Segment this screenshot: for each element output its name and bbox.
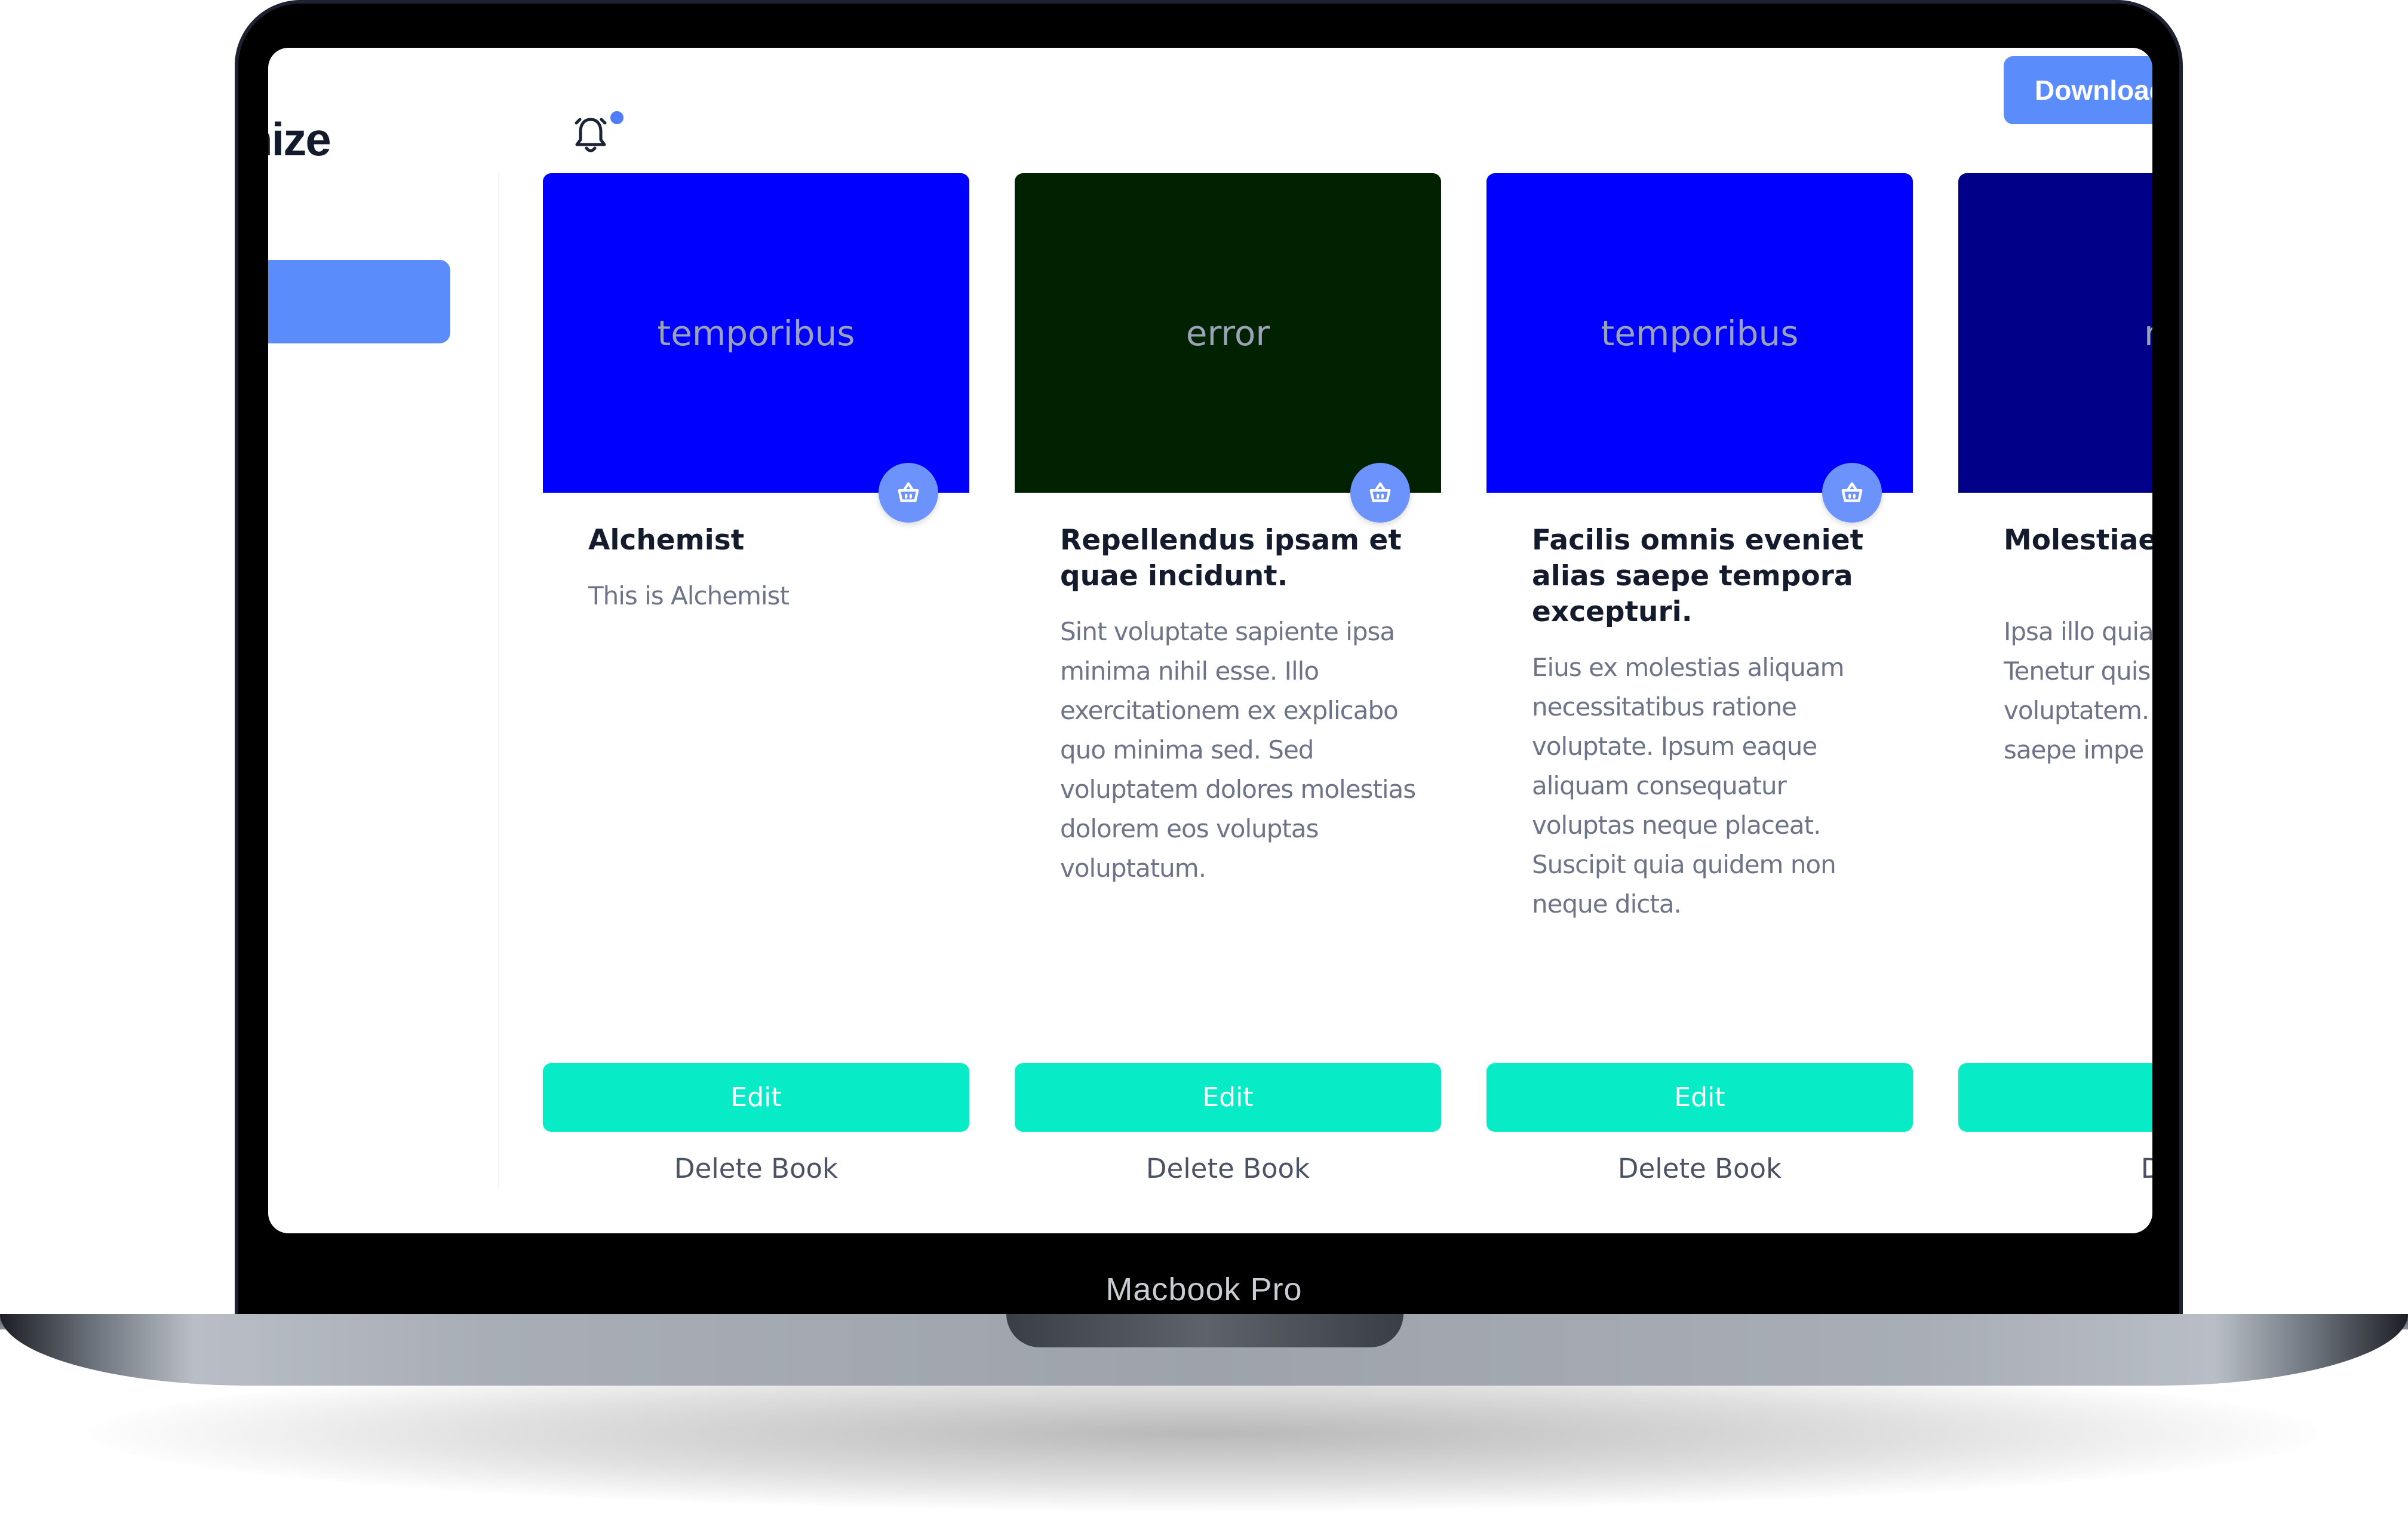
edit-button[interactable]: Edit bbox=[543, 1063, 969, 1132]
book-card: ma Molestiae dolorem. Ipsa illo quia neces… bbox=[1958, 173, 2152, 1184]
delete-book-button[interactable]: Delete Book bbox=[543, 1153, 969, 1184]
book-card: temporibus Alchemist This is Alchemist Edit… bbox=[543, 173, 969, 1184]
book-cover[interactable]: temporibus bbox=[1486, 173, 1913, 493]
book-title: Facilis omnis eveniet alias saepe tempor… bbox=[1532, 524, 1864, 628]
book-description: Sint voluptate sapiente ipsa minima nihi… bbox=[1060, 617, 1416, 883]
edit-button[interactable]: Edit bbox=[1486, 1063, 1913, 1132]
book-title: Alchemist bbox=[588, 524, 745, 557]
delete-book-button[interactable]: Delete Book bbox=[1486, 1153, 1913, 1184]
delete-book-button[interactable]: Dele bbox=[1958, 1153, 2152, 1184]
book-cover[interactable]: ma bbox=[1958, 173, 2152, 493]
book-title: Repellendus ipsam et quae incidunt. bbox=[1060, 524, 1402, 592]
book-cover-text: temporibus bbox=[1601, 312, 1799, 354]
bell-icon[interactable] bbox=[573, 113, 609, 155]
notification-dot bbox=[610, 111, 624, 124]
sidebar-divider bbox=[498, 173, 499, 1189]
book-title: Molestiae dolorem. bbox=[2004, 524, 2152, 557]
edit-button[interactable]: E bbox=[1958, 1063, 2152, 1132]
book-card: error Repellendus ipsam et quae incidunt.… bbox=[1015, 173, 1441, 1184]
book-card: temporibus Facilis omnis eveniet alias sa… bbox=[1486, 173, 1913, 1184]
sidebar-active-item[interactable] bbox=[268, 260, 450, 343]
edit-button[interactable]: Edit bbox=[1015, 1063, 1441, 1132]
brand-logo: nize bbox=[268, 113, 331, 165]
basket-icon[interactable] bbox=[1822, 463, 1882, 523]
book-description: Eius ex molestias aliquam necessitatibus… bbox=[1532, 653, 1844, 919]
book-cover[interactable]: error bbox=[1015, 173, 1441, 493]
book-cover-text: ma bbox=[2144, 313, 2152, 354]
device-label: Macbook Pro bbox=[1105, 1272, 1303, 1307]
book-description: Ipsa illo quia necessitatib Tenetur quis… bbox=[2004, 617, 2152, 764]
book-cover-text: temporibus bbox=[657, 312, 855, 354]
delete-book-button[interactable]: Delete Book bbox=[1015, 1153, 1441, 1184]
book-cover[interactable]: temporibus bbox=[543, 173, 969, 493]
basket-icon[interactable] bbox=[879, 463, 938, 523]
app-screen: nize Download temporibus Alchemist This is… bbox=[268, 48, 2152, 1233]
basket-icon[interactable] bbox=[1350, 463, 1410, 523]
download-button[interactable]: Download bbox=[2004, 56, 2152, 124]
laptop-notch bbox=[1006, 1314, 1403, 1347]
book-description: This is Alchemist bbox=[588, 581, 790, 610]
book-cover-text: error bbox=[1185, 312, 1270, 354]
